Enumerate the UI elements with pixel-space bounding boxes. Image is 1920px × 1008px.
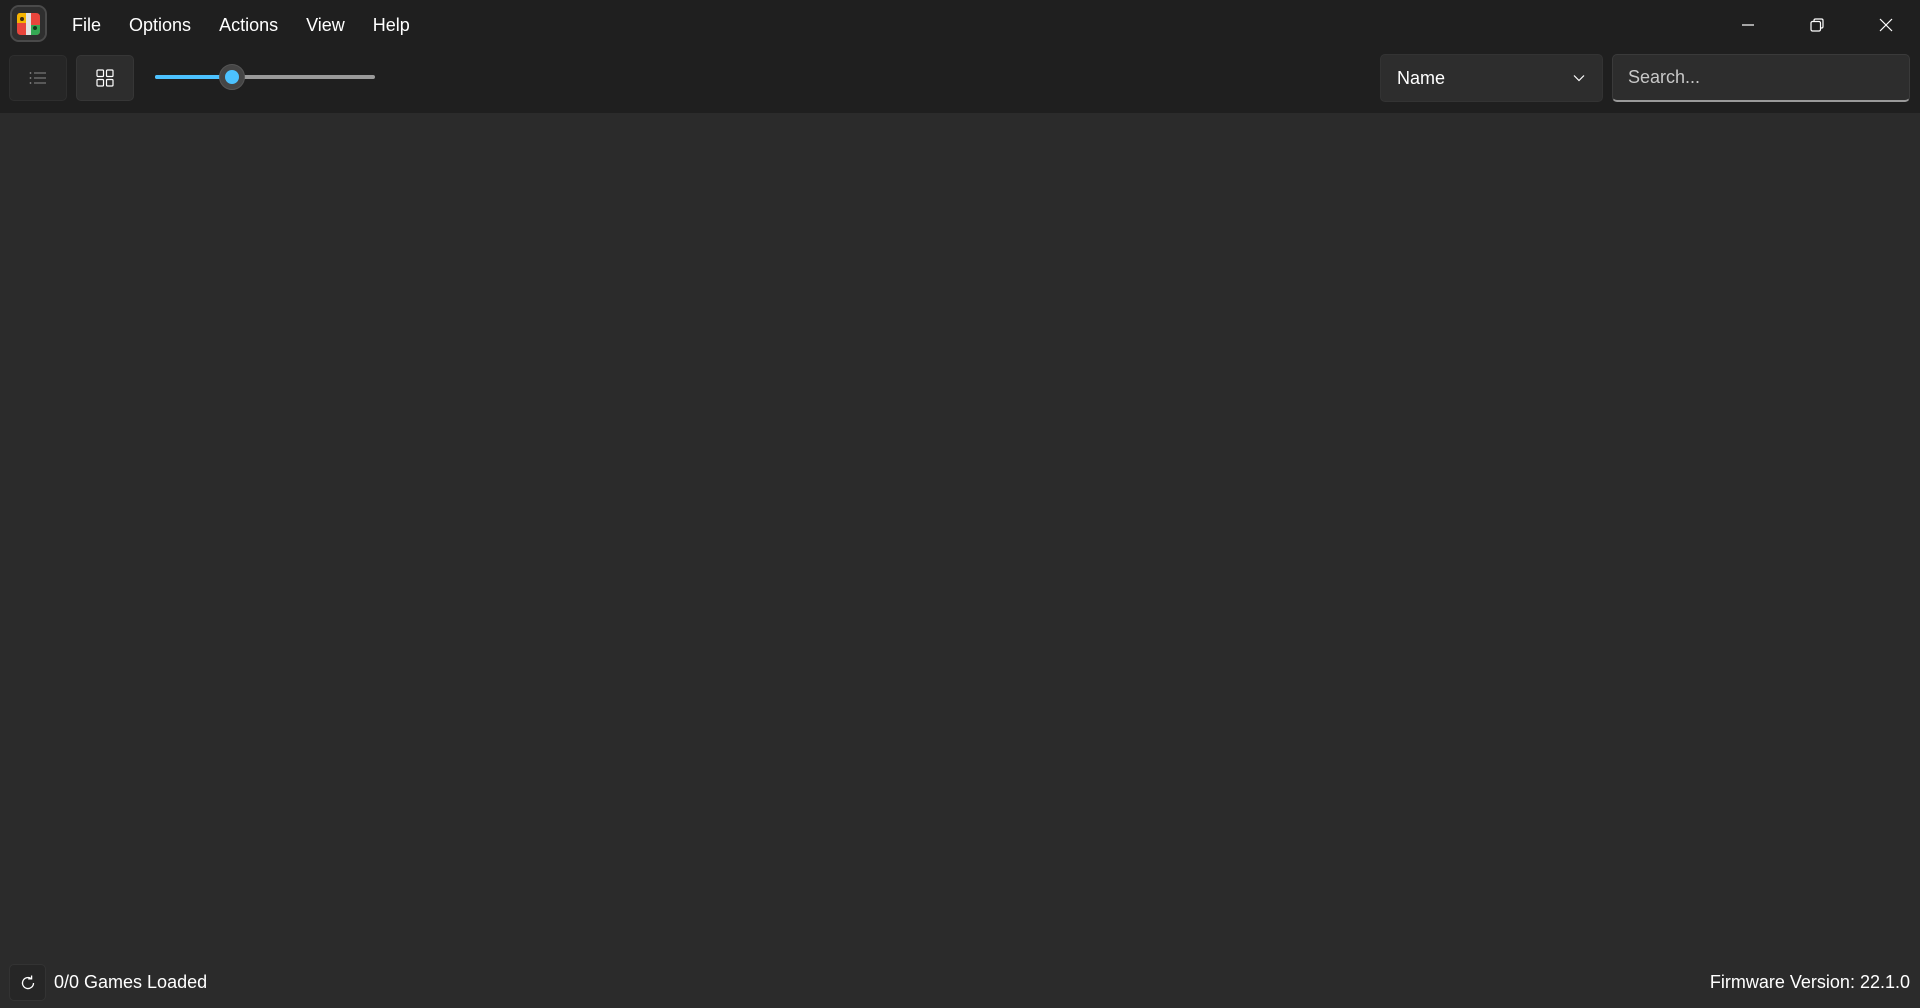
refresh-icon xyxy=(21,975,34,989)
sort-dropdown[interactable]: Name xyxy=(1380,54,1603,102)
list-view-icon xyxy=(29,72,46,84)
game-list-area[interactable] xyxy=(0,113,1920,953)
icon-size-slider[interactable] xyxy=(155,64,375,90)
grid-view-button[interactable] xyxy=(76,55,134,101)
status-bar: 0/0 Games Loaded Firmware Version: 22.1.… xyxy=(0,960,1920,1008)
close-button[interactable] xyxy=(1851,0,1920,50)
search-box[interactable] xyxy=(1612,54,1910,102)
app-window: File Options Actions View Help Name Sear… xyxy=(0,0,1920,1008)
close-icon xyxy=(1879,18,1892,32)
sort-selected-value: Name xyxy=(1397,67,1446,88)
restore-icon xyxy=(1809,18,1824,32)
restore-button[interactable] xyxy=(1782,0,1851,50)
refresh-button[interactable] xyxy=(9,964,46,1001)
title-bar: File Options Actions View Help xyxy=(0,0,1920,50)
minimize-button[interactable] xyxy=(1713,0,1782,50)
list-view-button[interactable] xyxy=(9,55,67,101)
slider-thumb[interactable] xyxy=(219,64,245,90)
toolbar: Name xyxy=(0,50,1920,113)
grid-view-icon xyxy=(96,69,114,87)
app-logo xyxy=(10,5,47,42)
app-logo-icon xyxy=(12,7,45,40)
firmware-version: Firmware Version: 22.1.0 xyxy=(1709,972,1910,992)
menu-actions[interactable]: Actions xyxy=(207,9,290,42)
menu-bar: File Options Actions View Help xyxy=(60,0,426,50)
games-loaded-status: 0/0 Games Loaded xyxy=(54,972,208,992)
chevron-down-icon xyxy=(1573,75,1585,82)
slider-thumb-center xyxy=(225,70,239,84)
search-input[interactable] xyxy=(1613,55,1909,100)
menu-file[interactable]: File xyxy=(60,9,113,42)
window-controls xyxy=(1713,0,1920,50)
menu-options[interactable]: Options xyxy=(117,9,203,42)
minimize-icon xyxy=(1741,24,1754,26)
menu-view[interactable]: View xyxy=(294,9,357,42)
menu-help[interactable]: Help xyxy=(361,9,422,42)
